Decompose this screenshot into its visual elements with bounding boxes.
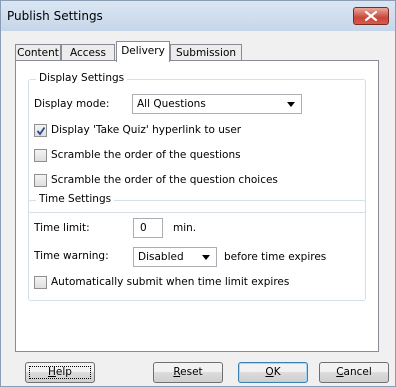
publish-settings-dialog: Publish Settings Content Access Delivery… bbox=[0, 0, 396, 387]
button-label-rest: ancel bbox=[343, 366, 372, 378]
time-limit-unit: min. bbox=[173, 222, 197, 234]
display-mode-label: Display mode: bbox=[34, 98, 110, 110]
tab-label: Content bbox=[17, 47, 59, 59]
window-title: Publish Settings bbox=[7, 9, 103, 23]
cancel-button[interactable]: Cancel bbox=[319, 362, 389, 383]
scramble-questions-label: Scramble the order of the questions bbox=[51, 149, 241, 161]
tab-content[interactable]: Content bbox=[15, 44, 61, 61]
button-mnemonic: O bbox=[265, 366, 274, 378]
tab-submission[interactable]: Submission bbox=[170, 44, 242, 61]
chevron-down-icon bbox=[287, 102, 295, 107]
tab-access[interactable]: Access bbox=[61, 44, 115, 61]
reset-button[interactable]: Reset bbox=[153, 362, 223, 383]
hyperlink-checkbox[interactable] bbox=[34, 124, 47, 137]
chevron-down-icon bbox=[202, 255, 210, 260]
time-warning-value: Disabled bbox=[138, 251, 184, 263]
time-warning-label: Time warning: bbox=[34, 250, 109, 262]
checkmark-icon bbox=[36, 126, 46, 136]
time-settings-group: Time Settings Time limit: 0 min. Time wa… bbox=[28, 193, 366, 301]
time-limit-label: Time limit: bbox=[34, 222, 90, 234]
tab-label: Access bbox=[70, 47, 106, 59]
button-label-rest: eset bbox=[180, 366, 203, 378]
help-button[interactable]: Help bbox=[25, 362, 95, 383]
button-label-rest: K bbox=[273, 366, 281, 378]
button-mnemonic: C bbox=[336, 366, 344, 378]
focus-rectangle bbox=[29, 366, 91, 379]
time-settings-title: Time Settings bbox=[36, 193, 115, 205]
time-limit-value: 0 bbox=[140, 222, 147, 234]
time-warning-suffix: before time expires bbox=[224, 251, 327, 263]
time-warning-dropdown[interactable]: Disabled bbox=[133, 247, 217, 267]
display-settings-title: Display Settings bbox=[36, 72, 128, 84]
scramble-choices-checkbox[interactable] bbox=[34, 174, 47, 187]
auto-submit-label: Automatically submit when time limit exp… bbox=[51, 276, 290, 288]
auto-submit-checkbox[interactable] bbox=[34, 276, 47, 289]
close-icon bbox=[365, 11, 377, 21]
scramble-choices-label: Scramble the order of the question choic… bbox=[51, 174, 278, 186]
delivery-panel: Display Settings Display mode: All Quest… bbox=[15, 60, 379, 352]
hyperlink-label: Display 'Take Quiz' hyperlink to user bbox=[51, 124, 242, 136]
title-bar[interactable]: Publish Settings bbox=[1, 1, 395, 31]
tab-delivery[interactable]: Delivery bbox=[116, 41, 170, 62]
tab-label: Submission bbox=[175, 47, 237, 59]
ok-button[interactable]: OK bbox=[238, 362, 308, 383]
display-mode-value: All Questions bbox=[137, 98, 206, 110]
display-mode-dropdown[interactable]: All Questions bbox=[132, 94, 302, 114]
time-limit-input[interactable]: 0 bbox=[133, 218, 163, 238]
scramble-questions-checkbox[interactable] bbox=[34, 149, 47, 162]
tab-label: Delivery bbox=[121, 45, 165, 57]
close-button[interactable] bbox=[353, 7, 389, 25]
